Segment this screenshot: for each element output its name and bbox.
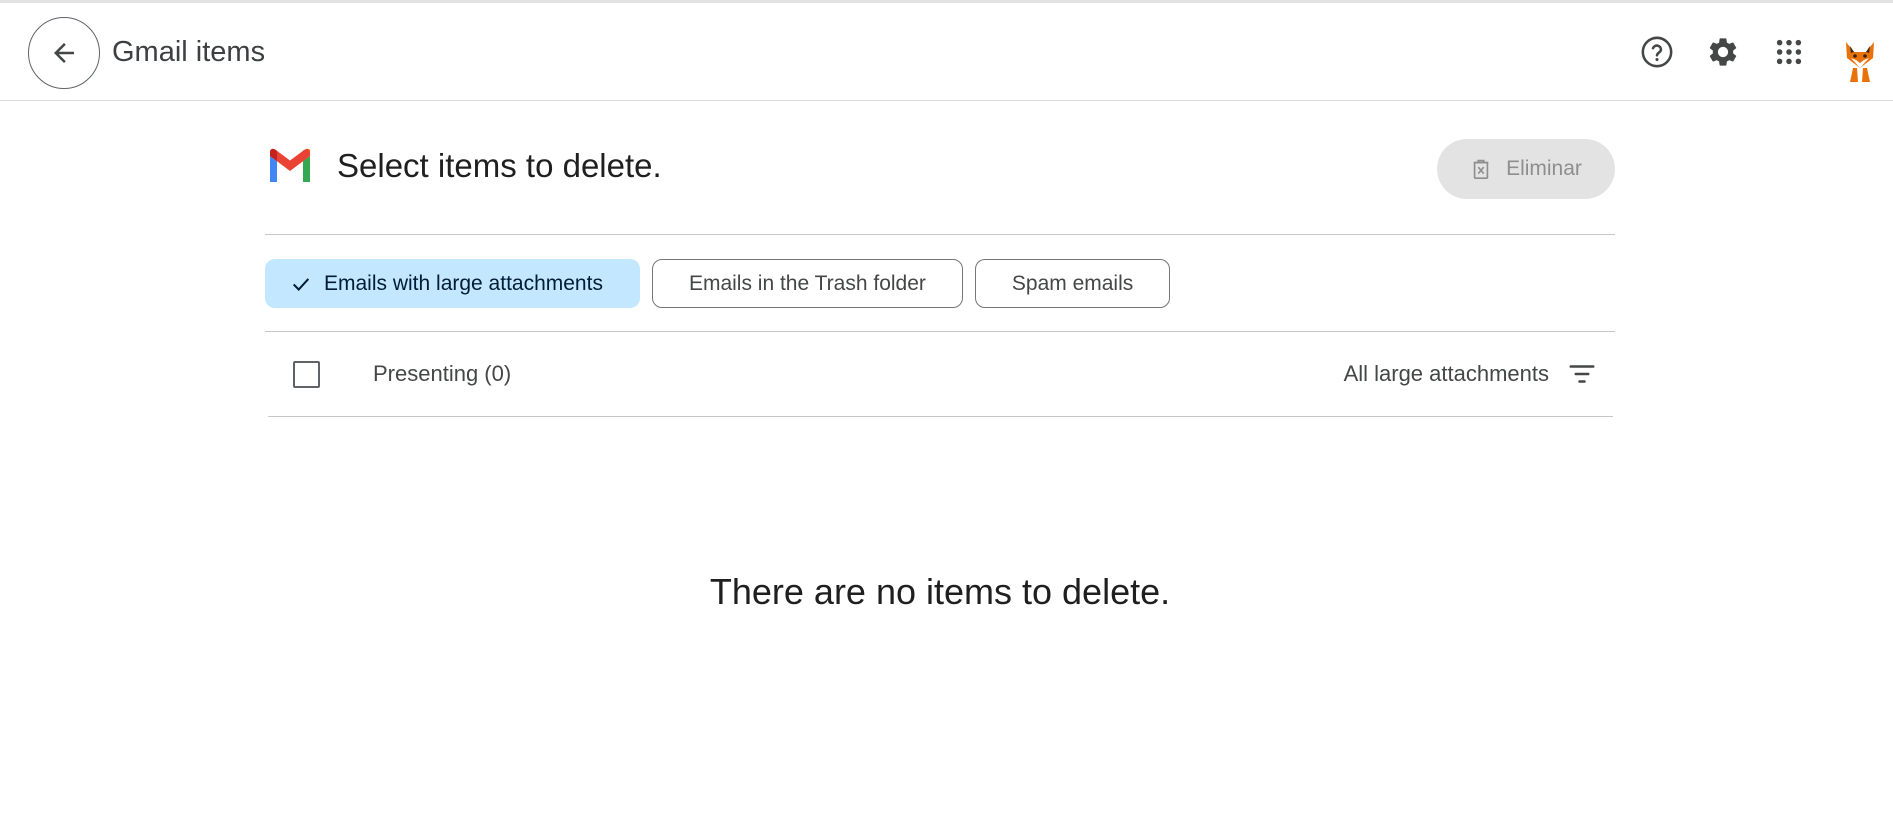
chip-label: Emails in the Trash folder xyxy=(688,271,926,295)
list-header: Presenting (0) All large attachments xyxy=(268,332,1615,416)
gmail-logo xyxy=(270,148,310,182)
filter-list-icon xyxy=(1569,365,1595,383)
help-button[interactable] xyxy=(1637,32,1677,72)
chip-trash-folder[interactable]: Emails in the Trash folder xyxy=(651,259,963,308)
chip-label: Emails with large attachments xyxy=(324,271,603,295)
apps-button[interactable] xyxy=(1769,32,1809,72)
delete-button-label: Eliminar xyxy=(1506,157,1582,180)
delete-button[interactable]: Eliminar xyxy=(1437,139,1615,199)
chip-large-attachments[interactable]: Emails with large attachments xyxy=(265,259,640,308)
top-app-bar: Gmail items xyxy=(0,3,1893,101)
chip-label: Spam emails xyxy=(1011,271,1134,295)
select-all-checkbox[interactable] xyxy=(293,361,320,388)
back-button[interactable] xyxy=(28,17,100,89)
check-icon xyxy=(292,277,310,291)
settings-button[interactable] xyxy=(1703,32,1743,72)
list-divider xyxy=(268,416,1613,417)
attachment-filter-button[interactable]: All large attachments xyxy=(1344,350,1597,398)
filter-chips: Emails with large attachments Emails in … xyxy=(265,259,1171,308)
delete-box-icon xyxy=(1473,159,1489,179)
empty-state-message: There are no items to delete. xyxy=(709,571,1171,612)
page-title: Gmail items xyxy=(112,36,266,68)
fox-avatar-icon xyxy=(1846,42,1874,82)
presenting-count: Presenting (0) xyxy=(373,361,512,386)
filter-label: All large attachments xyxy=(1343,361,1549,386)
section-title: Select items to delete. xyxy=(337,147,662,184)
main-content: Select items to delete. Eliminar Emails … xyxy=(265,101,1615,818)
gear-icon xyxy=(1709,38,1737,66)
account-avatar[interactable] xyxy=(1840,36,1880,84)
section-divider xyxy=(265,234,1615,235)
apps-grid-icon xyxy=(1776,39,1802,65)
chip-spam-emails[interactable]: Spam emails xyxy=(974,259,1171,308)
arrow-left-icon xyxy=(54,43,74,63)
help-circle-icon xyxy=(1641,36,1673,68)
